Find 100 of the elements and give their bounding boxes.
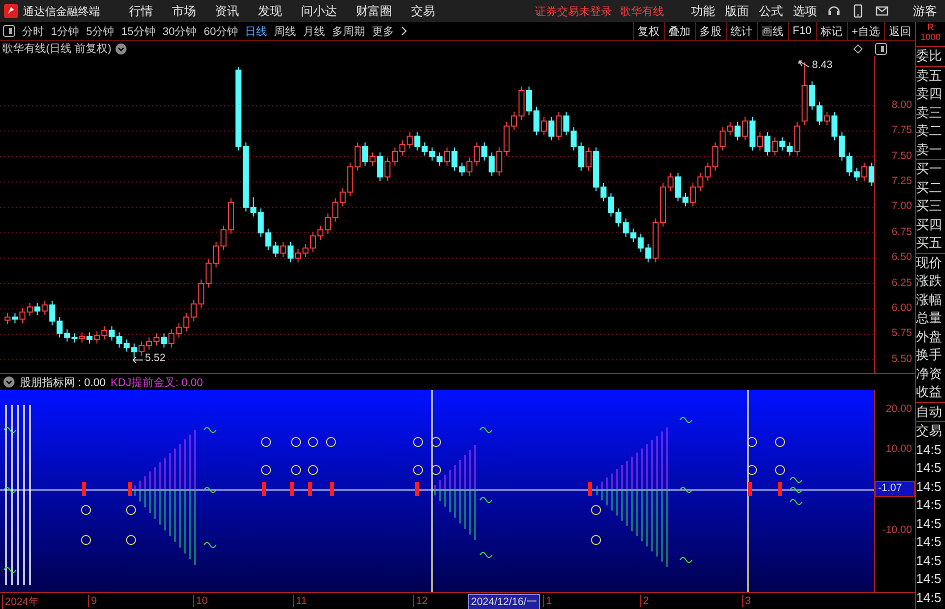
wave-marker-icon [204, 542, 216, 548]
quote-label: 14:5 [916, 533, 942, 551]
period-tab[interactable]: 更多 [372, 24, 394, 38]
candlestick [756, 132, 763, 151]
menu-item[interactable]: 交易 [411, 2, 435, 20]
quote-label: 买一 [916, 160, 943, 178]
circle-marker [413, 437, 423, 447]
menu-item[interactable]: 选项 [793, 2, 817, 20]
low-price-label: 5.52 [145, 352, 166, 364]
menu-item[interactable]: 公式 [759, 2, 783, 20]
diamond-icon[interactable] [853, 44, 863, 54]
panel-toggle-icon[interactable] [3, 25, 15, 37]
period-tab[interactable]: 周线 [274, 24, 296, 38]
candlestick [280, 241, 286, 258]
period-tab[interactable]: 分时 [22, 24, 44, 38]
signal-bar [748, 482, 752, 496]
quote-label: 14:5 [916, 570, 942, 588]
menu-item[interactable]: 版面 [725, 2, 749, 20]
date-label: 10 [193, 595, 208, 607]
quote-label: 卖四 [916, 85, 943, 103]
candlestick [556, 111, 562, 141]
pointer-arrow-icon [132, 356, 144, 364]
wave-marker-icon [680, 557, 692, 563]
price-tick: 6.25 [892, 276, 912, 289]
status-notice[interactable]: 歌华有线 [620, 4, 664, 18]
quote-label: 14:5 [916, 478, 942, 496]
user-label[interactable]: 游客 [913, 2, 937, 20]
period-tab[interactable]: 60分钟 [204, 24, 238, 38]
mail-icon[interactable] [875, 4, 889, 18]
corner-label: R [927, 22, 934, 32]
signal-bar [262, 482, 266, 496]
candlestick [764, 132, 770, 156]
candlestick [79, 332, 85, 344]
candlestick [772, 136, 778, 156]
menu-item[interactable]: 功能 [691, 2, 715, 20]
candlestick [444, 146, 450, 166]
panel-toggle-icon[interactable] [875, 42, 887, 54]
candlestick [868, 162, 874, 187]
candlestick [4, 312, 10, 325]
menu-item[interactable]: 问小达 [301, 2, 337, 20]
signal-bar [82, 482, 86, 496]
period-tab[interactable]: 月线 [303, 24, 325, 38]
period-tab[interactable]: 15分钟 [121, 24, 156, 38]
date-label: 2024/12/16/一 [468, 594, 540, 609]
menu-item[interactable]: 市场 [172, 2, 196, 20]
period-tab[interactable]: 1分钟 [51, 24, 80, 38]
quote-label: 净资 [916, 364, 943, 382]
period-tab[interactable]: 多周期 [332, 24, 365, 38]
circle-marker [775, 465, 785, 475]
signal-bar [290, 482, 294, 496]
price-tick: 7.00 [892, 200, 912, 212]
price-tick: 5.75 [892, 327, 912, 340]
chevron-right-icon[interactable] [401, 26, 407, 36]
wave-marker-icon [790, 477, 802, 483]
quote-label: 买五 [916, 234, 943, 252]
quote-label: 14:5 [916, 496, 942, 514]
wave-marker-icon [4, 487, 16, 493]
circle-marker [126, 505, 136, 515]
quote-label: 涨跌 [916, 272, 943, 290]
quote-label: 买三 [916, 197, 943, 215]
dropdown-icon[interactable] [115, 42, 128, 54]
menu-item[interactable]: 财富圈 [356, 2, 392, 20]
wave-marker-icon [480, 497, 492, 503]
dropdown-icon[interactable] [3, 376, 15, 388]
quote-label: 卖一 [916, 140, 943, 158]
phone-icon[interactable] [851, 4, 865, 18]
period-tab[interactable]: 30分钟 [162, 24, 197, 38]
period-tab[interactable]: 日线 [245, 24, 267, 38]
wave-marker-icon [4, 567, 16, 573]
candlestick [540, 116, 547, 136]
circle-marker [431, 437, 441, 447]
signal-bar [415, 482, 419, 496]
candlestick [586, 146, 592, 172]
menu-item[interactable]: 资讯 [215, 2, 239, 20]
quote-label: 换手 [916, 346, 943, 364]
candlestick [548, 116, 554, 141]
wave-marker-icon [790, 499, 802, 505]
candlestick [34, 302, 40, 316]
price-tick: 6.00 [892, 302, 912, 314]
signal-bar [128, 482, 132, 496]
circle-marker [747, 437, 757, 447]
circle-marker [747, 465, 757, 475]
headset-icon[interactable] [827, 4, 841, 18]
wave-marker-icon [204, 427, 216, 433]
circle-marker [591, 535, 601, 545]
candlestick [288, 241, 294, 263]
status-notice[interactable]: 证券交易未登录 [535, 4, 612, 18]
candlestick [12, 312, 18, 324]
signal-bar [308, 482, 312, 496]
candlestick [86, 332, 92, 344]
quote-label: 14:5 [916, 552, 942, 570]
date-label: 2 [640, 595, 649, 607]
circle-marker [261, 465, 271, 475]
period-tab[interactable]: 5分钟 [86, 24, 114, 38]
date-label: 1 [543, 595, 552, 607]
menu-item[interactable]: 行情 [129, 2, 153, 20]
price-tick: 5.50 [892, 352, 912, 365]
menu-item[interactable]: 发现 [258, 2, 282, 20]
high-price-label: 8.43 [812, 59, 832, 71]
quote-label: 买四 [916, 216, 943, 234]
